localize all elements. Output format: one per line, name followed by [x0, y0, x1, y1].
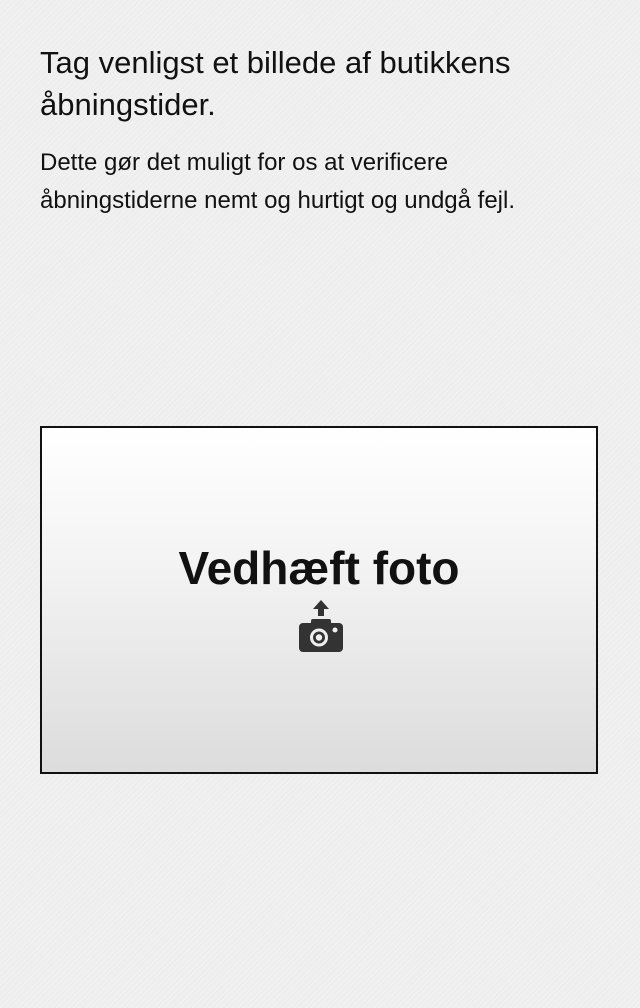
attach-photo-label: Vedhæft foto	[178, 542, 460, 594]
camera-upload-icon	[299, 600, 343, 652]
photo-request-screen: Tag venligst et billede af butikkens åbn…	[0, 0, 640, 1008]
attach-photo-button[interactable]: Vedhæft foto	[40, 426, 598, 774]
instruction-text: Dette gør det muligt for os at verificer…	[40, 149, 515, 214]
page-title: Tag venligst et billede af butikkens åbn…	[40, 45, 511, 122]
